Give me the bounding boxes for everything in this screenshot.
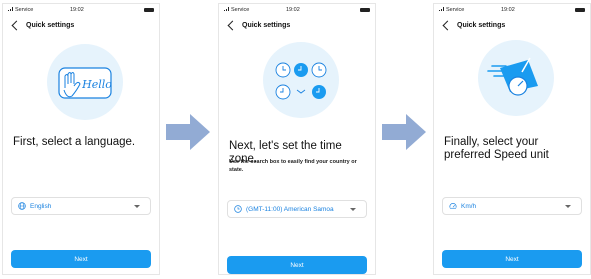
timezone-select[interactable]: (GMT-11:00) American Samoa <box>227 200 367 218</box>
clock-icon <box>234 205 242 213</box>
language-screen: Service 19:02 Quick settings Hello First… <box>2 3 160 275</box>
hello-hand-icon: Hello <box>58 67 112 99</box>
speed-unit-select-value: Km/h <box>461 202 477 210</box>
speed-unit-select[interactable]: Km/h <box>442 197 582 215</box>
clocks-icon <box>275 62 327 100</box>
speedometer-icon <box>449 203 457 209</box>
battery-icon <box>144 8 154 12</box>
language-select[interactable]: English <box>11 197 151 215</box>
carrier-name: Service <box>231 7 250 13</box>
speedometer-illustration <box>478 40 554 116</box>
carrier-name: Service <box>446 7 465 13</box>
illustration-hello-text: Hello <box>81 78 112 91</box>
next-button[interactable]: Next <box>442 250 582 268</box>
back-chevron-icon[interactable] <box>227 20 238 30</box>
screen-subtitle: Use the search box to easily find your c… <box>229 159 357 173</box>
status-time: 19:02 <box>286 7 300 13</box>
status-time: 19:02 <box>501 7 515 13</box>
dropdown-caret-icon <box>350 208 356 211</box>
status-bar: Service 19:02 <box>439 7 585 14</box>
page-title: Quick settings <box>457 21 506 29</box>
language-select-value: English <box>30 202 52 210</box>
signal-icon <box>8 7 14 11</box>
clocks-illustration <box>263 42 339 118</box>
timezone-select-value: (GMT-11:00) American Samoa <box>246 205 334 213</box>
speedometer-illustration-icon <box>487 57 538 96</box>
header: Quick settings <box>11 20 74 30</box>
battery-icon <box>575 8 585 12</box>
carrier-name: Service <box>15 7 34 13</box>
back-chevron-icon[interactable] <box>442 20 453 30</box>
header: Quick settings <box>227 20 290 30</box>
speed-unit-screen: Service 19:02 Quick settings Finally, se… <box>433 3 591 275</box>
dropdown-caret-icon <box>565 205 571 208</box>
signal-icon <box>439 7 445 11</box>
header: Quick settings <box>442 20 505 30</box>
arrow-right-icon <box>166 114 210 150</box>
battery-icon <box>360 8 370 12</box>
signal-icon <box>224 7 230 11</box>
page-title: Quick settings <box>242 21 291 29</box>
timezone-screen: Service 19:02 Quick settings Next, let's… <box>218 3 376 275</box>
globe-icon <box>18 202 26 210</box>
next-button[interactable]: Next <box>11 250 151 268</box>
page-title: Quick settings <box>26 21 75 29</box>
screen-heading: Finally, select your preferred Speed uni… <box>444 136 549 161</box>
screen-heading: First, select a language. <box>13 136 136 148</box>
hello-hand-illustration: Hello <box>47 44 123 120</box>
next-button[interactable]: Next <box>227 256 367 274</box>
status-bar: Service 19:02 <box>224 7 370 14</box>
arrow-right-icon <box>382 114 426 150</box>
status-time: 19:02 <box>70 7 84 13</box>
dropdown-caret-icon <box>134 205 140 208</box>
status-bar: Service 19:02 <box>8 7 154 14</box>
back-chevron-icon[interactable] <box>11 20 22 30</box>
